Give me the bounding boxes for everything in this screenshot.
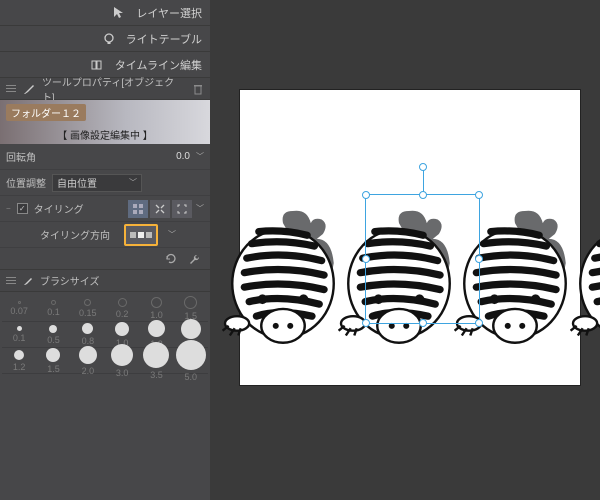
- resize-handle-nw[interactable]: [362, 191, 370, 199]
- folder-name: フォルダー１２: [6, 104, 86, 121]
- brush-size-cell[interactable]: 2.0: [71, 346, 105, 376]
- lightbulb-icon: [100, 30, 118, 48]
- brush-size-cell[interactable]: 0.2: [105, 298, 139, 319]
- brush-size-cell[interactable]: 0.5: [36, 325, 70, 345]
- frames-icon: [89, 56, 107, 74]
- chevron-down-icon[interactable]: [168, 229, 176, 240]
- panel-title: ブラシサイズ: [40, 273, 100, 288]
- folder-preview[interactable]: フォルダー１２ 【 画像設定編集中 】: [0, 100, 210, 144]
- reset-icon[interactable]: [164, 252, 178, 266]
- brush-size-cell[interactable]: 1.0: [139, 297, 173, 320]
- chevron-down-icon[interactable]: [196, 151, 204, 162]
- trash-icon[interactable]: [192, 83, 204, 95]
- brush-size-cell[interactable]: 1.5: [174, 296, 208, 321]
- nav-label: レイヤー選択: [136, 5, 202, 21]
- position-label: 位置調整: [6, 175, 46, 190]
- position-row: 位置調整 自由位置: [0, 170, 210, 196]
- tiling-label: タイリング: [34, 201, 84, 216]
- zebra-instance: [222, 205, 344, 350]
- menu-icon[interactable]: [6, 85, 16, 92]
- rotation-row: 回転角 0.0: [0, 144, 210, 170]
- position-dropdown[interactable]: 自由位置: [52, 174, 142, 192]
- nav-light-table[interactable]: ライトテーブル: [0, 26, 210, 52]
- brush-size-cell[interactable]: 3.5: [139, 342, 173, 380]
- rotation-label: 回転角: [6, 149, 36, 164]
- rotation-value[interactable]: 0.0: [176, 151, 190, 162]
- resize-handle-se[interactable]: [475, 319, 483, 327]
- tiling-row: − ✓ タイリング: [0, 196, 210, 222]
- wrench-icon[interactable]: [188, 252, 202, 266]
- brush-size-cell[interactable]: 0.07: [2, 301, 36, 316]
- selection-box[interactable]: [365, 194, 480, 324]
- brush-icon: [22, 82, 36, 96]
- resize-handle-ne[interactable]: [475, 191, 483, 199]
- chevron-down-icon[interactable]: [196, 203, 204, 214]
- cursor-arrow-icon: [110, 4, 128, 22]
- brush-size-cell[interactable]: 1.2: [2, 350, 36, 372]
- resize-handle-n[interactable]: [419, 191, 427, 199]
- nav-layer-select[interactable]: レイヤー選択: [0, 0, 210, 26]
- nav-label: ライトテーブル: [126, 31, 202, 47]
- resize-handle-sw[interactable]: [362, 319, 370, 327]
- zebra-instance: [570, 205, 600, 350]
- nav-label: タイムライン編集: [115, 57, 202, 73]
- tool-property-header[interactable]: ツールプロパティ[オブジェクト]: [0, 78, 210, 100]
- tiling-mode-expand[interactable]: [150, 200, 170, 218]
- resize-handle-w[interactable]: [362, 255, 370, 263]
- tiling-checkbox[interactable]: ✓: [17, 203, 28, 214]
- tiling-direction-row: タイリング方向: [0, 222, 210, 248]
- tiling-mode-buttons: [128, 200, 204, 218]
- chevron-down-icon: [129, 177, 137, 188]
- canvas-area[interactable]: [210, 0, 600, 500]
- expand-icon[interactable]: −: [6, 204, 11, 213]
- brush-size-cell[interactable]: 0.8: [71, 323, 105, 346]
- brush-size-grid: 0.070.10.150.21.01.5 0.10.50.81.01.21.5 …: [0, 292, 210, 378]
- folder-caption: 【 画像設定編集中 】: [0, 127, 210, 142]
- resize-handle-s[interactable]: [419, 319, 427, 327]
- brush-size-cell[interactable]: 0.15: [71, 299, 105, 318]
- brush-size-header[interactable]: ブラシサイズ: [0, 270, 210, 292]
- tiling-direction-label: タイリング方向: [40, 227, 110, 242]
- resize-handle-e[interactable]: [475, 255, 483, 263]
- brush-icon: [22, 275, 34, 287]
- property-footer: [0, 248, 210, 270]
- menu-icon[interactable]: [6, 277, 16, 284]
- brush-size-cell[interactable]: 3.0: [105, 344, 139, 378]
- brush-size-cell[interactable]: 0.1: [36, 300, 70, 317]
- left-sidebar: レイヤー選択 ライトテーブル タイムライン編集 ツールプロパティ[オブジェクト]…: [0, 0, 210, 500]
- tiling-mode-grid[interactable]: [128, 200, 148, 218]
- tiling-mode-corners[interactable]: [172, 200, 192, 218]
- panel-title: ツールプロパティ[オブジェクト]: [42, 74, 186, 104]
- brush-size-cell[interactable]: 0.1: [2, 326, 36, 343]
- brush-size-cell[interactable]: 5.0: [174, 340, 208, 382]
- brush-size-cell[interactable]: 1.5: [36, 348, 70, 374]
- rotation-handle[interactable]: [419, 163, 427, 171]
- tiling-direction-button[interactable]: [124, 224, 158, 246]
